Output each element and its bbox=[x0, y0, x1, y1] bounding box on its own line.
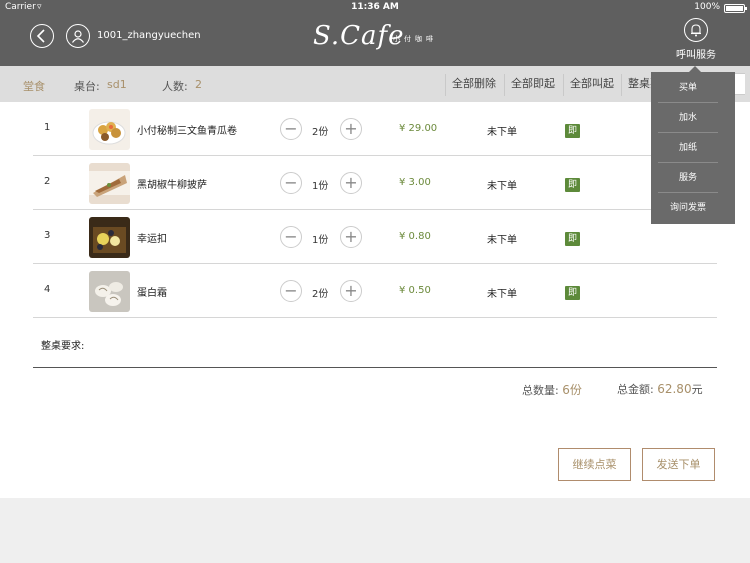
increase-button[interactable]: + bbox=[340, 226, 362, 248]
row-index: 2 bbox=[44, 176, 51, 187]
order-row: 4 蛋白霜 − 2份 + ¥ 0.50 未下单 即 bbox=[33, 264, 717, 318]
quantity: 1份 bbox=[312, 181, 329, 192]
row-index: 4 bbox=[44, 284, 51, 295]
fire-badge[interactable]: 即 bbox=[565, 124, 580, 138]
menu-item-napkins[interactable]: 加纸 bbox=[658, 133, 718, 163]
chevron-left-icon bbox=[36, 29, 45, 43]
call-service-button[interactable] bbox=[684, 18, 708, 42]
total-count-value: 6份 bbox=[562, 383, 582, 397]
increase-button[interactable]: + bbox=[340, 118, 362, 140]
total-amount-label: 总金额: bbox=[617, 383, 654, 396]
total-amount-unit: 元 bbox=[691, 383, 703, 396]
dish-image bbox=[89, 217, 130, 258]
menu-item-water[interactable]: 加水 bbox=[658, 103, 718, 133]
service-menu: 买单 加水 加纸 服务 询问发票 bbox=[651, 66, 735, 224]
menu-item-invoice[interactable]: 询问发票 bbox=[658, 193, 718, 223]
row-index: 1 bbox=[44, 122, 51, 133]
dish-name: 小付秘制三文鱼青瓜卷 bbox=[137, 126, 237, 137]
dish-price: ¥ 3.00 bbox=[399, 177, 431, 188]
fire-all-button[interactable]: 全部即起 bbox=[504, 74, 561, 96]
dish-name: 幸运扣 bbox=[137, 234, 167, 245]
fire-badge[interactable]: 即 bbox=[565, 178, 580, 192]
total-count-label: 总数量: bbox=[522, 384, 559, 397]
app-header: 1001_zhangyuechen S.Cafe 小付咖啡 呼叫服务 bbox=[0, 16, 750, 66]
total-count: 总数量: 6份 bbox=[522, 381, 582, 398]
divider bbox=[33, 367, 717, 368]
menu-item-service[interactable]: 服务 bbox=[658, 163, 718, 193]
order-status: 未下单 bbox=[487, 181, 517, 192]
status-bar: Carrier ▿ 11:36 AM 100% bbox=[0, 0, 750, 16]
submit-order-button[interactable]: 发送下单 bbox=[642, 448, 715, 481]
quantity: 1份 bbox=[312, 235, 329, 246]
dish-name: 蛋白霜 bbox=[137, 288, 167, 299]
bell-icon bbox=[691, 24, 701, 37]
dish-price: ¥ 0.80 bbox=[399, 231, 431, 242]
table-remark-label[interactable]: 整桌要求: bbox=[41, 337, 84, 352]
battery-icon bbox=[724, 4, 747, 13]
dish-image bbox=[89, 163, 130, 204]
increase-button[interactable]: + bbox=[340, 172, 362, 194]
row-index: 3 bbox=[44, 230, 51, 241]
delete-all-button[interactable]: 全部删除 bbox=[445, 74, 502, 96]
decrease-button[interactable]: − bbox=[280, 172, 302, 194]
order-status: 未下单 bbox=[487, 289, 517, 300]
username: 1001_zhangyuechen bbox=[97, 30, 201, 41]
decrease-button[interactable]: − bbox=[280, 226, 302, 248]
fire-badge[interactable]: 即 bbox=[565, 232, 580, 246]
table-label: 桌台: bbox=[74, 80, 100, 93]
decrease-button[interactable]: − bbox=[280, 118, 302, 140]
dish-image bbox=[89, 109, 130, 150]
order-status: 未下单 bbox=[487, 235, 517, 246]
people-value: 2 bbox=[195, 78, 202, 91]
total-amount: 总金额: 62.80元 bbox=[617, 381, 703, 397]
user-avatar[interactable] bbox=[66, 24, 90, 48]
order-list-panel: 1 小付秘制三文鱼青瓜卷 − 2份 + ¥ 29.00 未下单 即 2 黑胡椒牛… bbox=[0, 102, 750, 498]
back-button[interactable] bbox=[30, 24, 54, 48]
app-logo: S.Cafe bbox=[313, 21, 405, 51]
decrease-button[interactable]: − bbox=[280, 280, 302, 302]
order-row: 1 小付秘制三文鱼青瓜卷 − 2份 + ¥ 29.00 未下单 即 bbox=[33, 102, 717, 156]
dish-price: ¥ 0.50 bbox=[399, 285, 431, 296]
dish-image bbox=[89, 271, 130, 312]
clock: 11:36 AM bbox=[351, 2, 399, 12]
increase-button[interactable]: + bbox=[340, 280, 362, 302]
user-icon bbox=[72, 30, 84, 43]
dish-name: 黑胡椒牛柳披萨 bbox=[137, 180, 207, 191]
order-info-bar: 堂食 桌台: sd1 人数: 2 全部删除 全部即起 全部叫起 整桌要求 bbox=[0, 66, 750, 102]
dish-price: ¥ 29.00 bbox=[399, 123, 438, 134]
quantity: 2份 bbox=[312, 127, 329, 138]
fire-badge[interactable]: 即 bbox=[565, 286, 580, 300]
order-row: 3 幸运扣 − 1份 + ¥ 0.80 未下单 即 bbox=[33, 210, 717, 264]
continue-ordering-button[interactable]: 继续点菜 bbox=[558, 448, 631, 481]
battery-percent: 100% bbox=[694, 2, 720, 12]
order-row: 2 黑胡椒牛柳披萨 − 1份 + ¥ 3.00 未下单 即 bbox=[33, 156, 717, 210]
order-status: 未下单 bbox=[487, 127, 517, 138]
quantity: 2份 bbox=[312, 289, 329, 300]
tab-dine-in[interactable]: 堂食 bbox=[23, 78, 45, 94]
people-label: 人数: bbox=[162, 80, 188, 93]
table-value: sd1 bbox=[107, 78, 127, 91]
hold-all-button[interactable]: 全部叫起 bbox=[563, 74, 620, 96]
total-amount-value: 62.80 bbox=[657, 382, 692, 396]
call-service-label[interactable]: 呼叫服务 bbox=[676, 46, 716, 61]
menu-item-checkout[interactable]: 买单 bbox=[658, 73, 718, 103]
app-logo-subtitle: 小付咖啡 bbox=[393, 35, 437, 43]
